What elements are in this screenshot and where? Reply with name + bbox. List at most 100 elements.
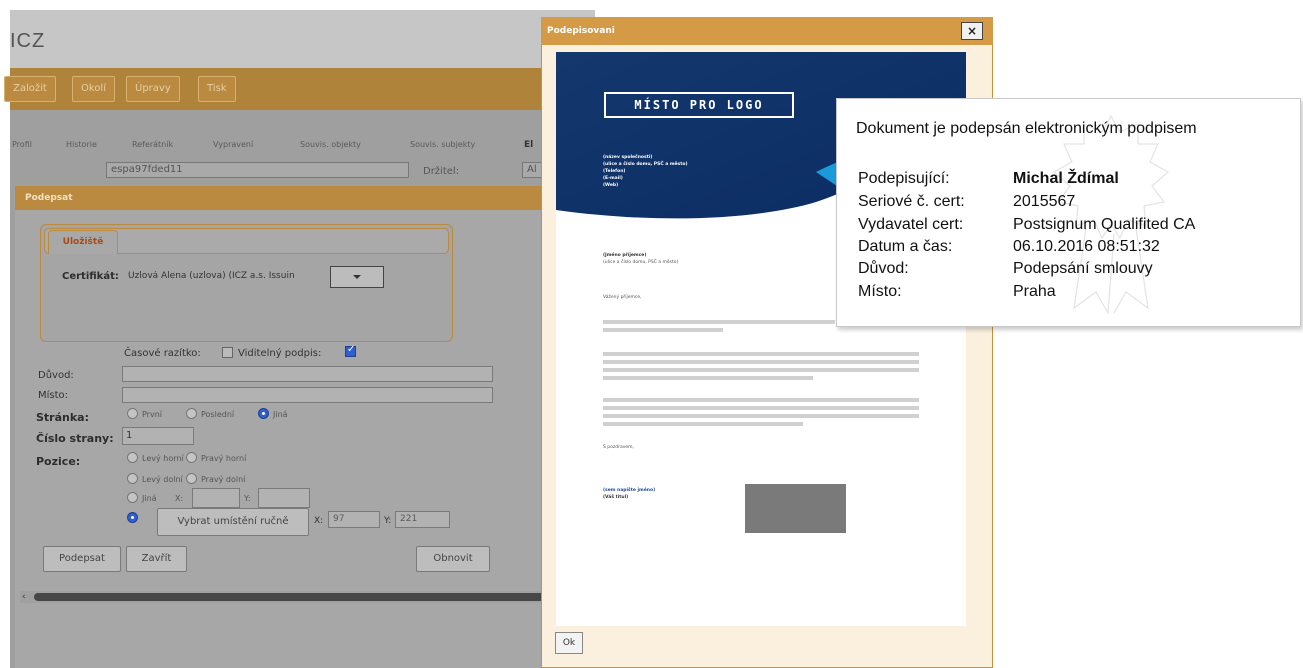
tab-profil[interactable]: Profil (12, 140, 32, 149)
signer-label: Podepisující: (858, 170, 950, 187)
letter-text-line (603, 406, 919, 410)
seal-watermark-icon (1052, 114, 1170, 315)
page-number-input[interactable]: 1 (122, 427, 194, 445)
position-option-bottom-left: Levý dolní (142, 475, 183, 484)
podepsat-dialog-title: Podepsat (25, 193, 73, 203)
recipient-name: (Jméno příjemce) (603, 253, 647, 258)
letter-greeting: Vážený příjemce, (603, 295, 642, 300)
letter-closing: S pozdravem, (603, 445, 634, 450)
letter-text-line (603, 328, 723, 332)
position-label: Pozice: (36, 455, 81, 468)
recipient-address: (ulice a číslo domu, PSČ a město) (603, 260, 679, 265)
page-radio-last[interactable] (186, 408, 197, 419)
visible-signature-label: Viditelný podpis: (238, 348, 322, 359)
position-radio-top-right[interactable] (186, 452, 197, 463)
manual-y-label: Y: (384, 516, 392, 526)
holder-label: Držitel: (423, 166, 460, 177)
tab-el[interactable]: El (524, 140, 533, 150)
menu-button-okoli[interactable]: Okolí (72, 76, 115, 102)
cert-serial-label: Seriové č. cert: (858, 193, 965, 210)
timestamp-checkbox[interactable] (222, 347, 233, 358)
page-radio-first[interactable] (127, 408, 138, 419)
ok-button[interactable]: Ok (555, 632, 583, 654)
menu-button-upravy[interactable]: Úpravy (126, 76, 180, 102)
scroll-left-arrow-icon[interactable]: ‹ (22, 592, 26, 602)
datetime-value: 06.10.2016 08:51:32 (1013, 238, 1160, 255)
position-option-bottom-right: Pravý dolní (201, 475, 246, 484)
letter-text-line (603, 352, 919, 356)
sign-button[interactable]: Podepsat (43, 546, 121, 572)
page-option-first: První (142, 410, 162, 419)
page-number-label: Číslo strany: (36, 432, 114, 445)
podepsat-dialog-header: Podepsat (15, 186, 595, 210)
position-x-input[interactable] (192, 488, 240, 508)
position-y-input[interactable] (258, 488, 310, 508)
manual-x-input[interactable]: 97 (328, 511, 380, 528)
reason-input[interactable] (122, 366, 493, 382)
id-field[interactable]: espa97fded11 (106, 162, 409, 178)
sender-name: (sem napište jméno) (603, 488, 656, 493)
cert-issuer-value: Postsignum Qualifited CA (1013, 216, 1196, 233)
position-option-other: Jiná (142, 494, 157, 503)
logo-placeholder: MÍSTO PRO LOGO (604, 92, 794, 118)
letter-text-line (603, 368, 919, 372)
signer-value: Michal Ždímal (1013, 170, 1119, 187)
tab-souvis-subjekty[interactable]: Souvis. subjekty (410, 140, 475, 149)
place-info-value: Praha (1013, 283, 1056, 300)
sender-role: (Váš titul) (603, 495, 629, 500)
page-option-last: Poslední (201, 410, 235, 419)
position-x-label: X: (175, 494, 184, 503)
position-radio-bottom-right[interactable] (186, 473, 197, 484)
timestamp-label: Časové razítko: (124, 348, 201, 359)
signature-info-title: Dokument je podepsán elektronickým podpi… (856, 120, 1197, 137)
position-option-top-right: Pravý horní (201, 454, 247, 463)
position-y-label: Y: (244, 494, 251, 503)
app-title: ICZ (10, 30, 46, 52)
podepisovani-dialog-title: Podepisovani (547, 26, 615, 36)
close-icon[interactable]: × (961, 22, 983, 40)
menu-button-zalozit[interactable]: Založit (4, 76, 56, 102)
position-option-top-left: Levý horní (142, 454, 184, 463)
signature-placeholder[interactable] (745, 484, 846, 533)
page-label: Stránka: (36, 411, 89, 424)
letter-text-line (603, 320, 835, 324)
page-option-other: Jiná (273, 410, 288, 419)
cert-issuer-label: Vydavatel cert: (858, 216, 964, 233)
refresh-button[interactable]: Obnovit (416, 546, 490, 572)
letter-text-line (603, 414, 919, 418)
menu-button-tisk[interactable]: Tisk (198, 76, 236, 102)
tab-souvis-objekty[interactable]: Souvis. objekty (300, 140, 361, 149)
app-title-bar: ICZ (10, 10, 595, 76)
manual-y-input[interactable]: 221 (395, 511, 450, 528)
visible-signature-checkbox[interactable] (345, 344, 356, 357)
tab-vypraveni[interactable]: Vypravení (213, 140, 253, 149)
close-button[interactable]: Zavřít (126, 546, 187, 572)
letter-text-line (603, 360, 919, 364)
place-info-label: Místo: (858, 283, 902, 300)
scrollbar-thumb[interactable] (34, 593, 595, 601)
cert-serial-value: 2015567 (1013, 193, 1076, 210)
manual-x-label: X: (314, 516, 324, 526)
datetime-label: Datum a čas: (858, 238, 953, 255)
select-position-manually-button[interactable]: Vybrat umístění ručně (157, 508, 309, 536)
reason-info-label: Důvod: (858, 260, 909, 277)
position-radio-top-left[interactable] (127, 452, 138, 463)
certificate-label: Certifikát: (62, 271, 119, 282)
reason-label: Důvod: (38, 370, 74, 381)
tab-ulozite[interactable]: Uložiště (48, 230, 118, 254)
reason-info-value: Podepsání smlouvy (1013, 260, 1153, 277)
position-radio-manual[interactable] (127, 512, 138, 523)
page-radio-other[interactable] (258, 408, 269, 419)
tab-referatnik[interactable]: Referátník (132, 140, 173, 149)
position-radio-other[interactable] (127, 492, 138, 503)
certificate-dropdown-button[interactable] (330, 266, 384, 288)
certificate-value: Uzlová Alena (uzlova) (ICZ a.s. Issuin (128, 271, 295, 281)
podepisovani-dialog-header: Podepisovani (541, 17, 993, 45)
letter-text-line (603, 422, 803, 426)
letter-text-line (603, 376, 813, 380)
letterhead-company-info: (název společnosti) (ulice a číslo domu,… (603, 155, 688, 188)
position-radio-bottom-left[interactable] (127, 473, 138, 484)
place-input[interactable] (122, 387, 493, 403)
tab-historie[interactable]: Historie (66, 140, 97, 149)
letter-text-line (603, 398, 919, 402)
